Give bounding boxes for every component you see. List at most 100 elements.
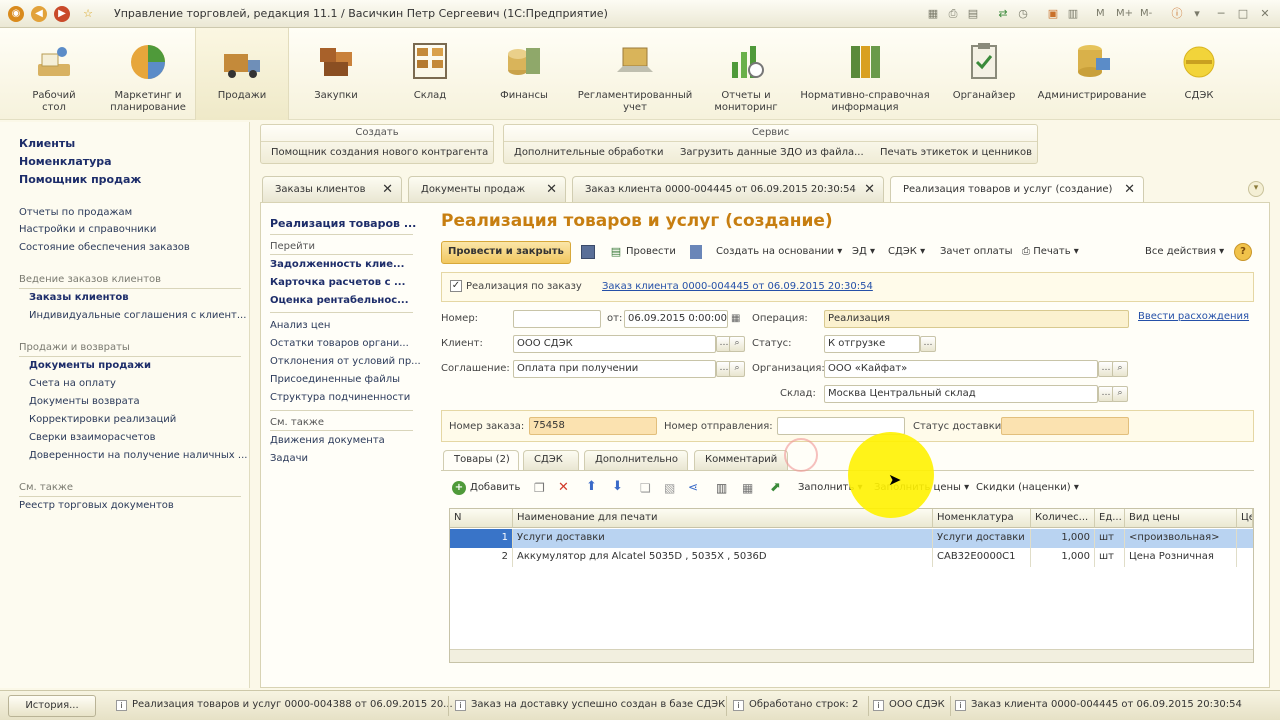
memory-m-button[interactable]: M	[1096, 7, 1105, 21]
section-organizer[interactable]: Органайзер	[944, 28, 1024, 120]
column-header[interactable]: Номенклатура	[933, 509, 1031, 528]
discrepancy-link[interactable]: Ввести расхождения	[1138, 311, 1249, 322]
move-down-icon[interactable]: ⬇	[612, 479, 623, 494]
copy-row-icon[interactable]: ❐	[534, 481, 545, 495]
nav-sales-corrections[interactable]: Корректировки реализаций	[29, 414, 176, 425]
new-counterparty-wizard-link[interactable]: Помощник создания нового контрагента	[271, 147, 488, 158]
print-button[interactable]: ⎙ Печать ▾	[1022, 246, 1079, 257]
create-based-on-button[interactable]: Создать на основании ▾	[716, 246, 842, 257]
close-icon[interactable]: ✕	[1124, 182, 1135, 197]
load-edo-link[interactable]: Загрузить данные ЗДО из файла...	[680, 147, 864, 158]
payment-offset-button[interactable]: Зачет оплаты	[940, 246, 1013, 257]
organization-field[interactable]: ООО «Кайфат»	[824, 360, 1098, 378]
tab-goods[interactable]: Товары (2)	[443, 450, 519, 470]
item-cell[interactable]: САВ32Е0000С1	[933, 548, 1031, 567]
print-name-cell[interactable]: Аккумулятор для Alcatel 5035D , 5035X , …	[513, 548, 933, 567]
section-reports[interactable]: Отчеты и мониторинг	[706, 28, 786, 120]
print-name-cell[interactable]: Услуги доставки	[513, 529, 933, 548]
pick-items-icon[interactable]: ⬈	[770, 480, 781, 495]
all-actions-button[interactable]: Все действия ▾	[1145, 246, 1224, 257]
nav-settlement-card[interactable]: Карточка расчетов с ...	[270, 277, 405, 288]
discounts-button[interactable]: Скидки (наценки) ▾	[976, 482, 1079, 493]
print-labels-link[interactable]: Печать этикеток и ценников	[880, 147, 1032, 158]
nav-sales-reports[interactable]: Отчеты по продажам	[19, 207, 132, 218]
by-order-checkbox[interactable]: ✓	[450, 280, 462, 292]
quantity-cell[interactable]: 1,000	[1031, 529, 1095, 548]
save-icon[interactable]	[581, 245, 595, 259]
tab-client-orders[interactable]: Заказы клиентов ✕	[262, 176, 402, 202]
agreement-field[interactable]: Оплата при получении	[513, 360, 716, 378]
column-header[interactable]: N	[450, 509, 513, 528]
info-icon[interactable]: ⓘ	[1170, 7, 1184, 21]
unit-cell[interactable]: шт	[1095, 548, 1125, 567]
nav-return-documents[interactable]: Документы возврата	[29, 396, 140, 407]
link-icon[interactable]: ⇄	[996, 7, 1010, 21]
status-item[interactable]: i Заказ на доставку успешно создан в базе…	[455, 699, 725, 711]
nav-clients[interactable]: Клиенты	[19, 137, 75, 150]
tab-comment[interactable]: Комментарий	[694, 450, 788, 470]
open-search-icon[interactable]: ⌕	[729, 336, 745, 352]
close-icon[interactable]: ✕	[864, 182, 875, 197]
unit-cell[interactable]: шт	[1095, 529, 1125, 548]
section-marketing[interactable]: Маркетинг и планирование	[104, 28, 192, 120]
nav-deviations[interactable]: Отклонения от условий пр...	[270, 356, 421, 367]
history-icon[interactable]: ◷	[1016, 7, 1030, 21]
minimize-icon[interactable]: ─	[1214, 7, 1228, 21]
tab-sdek[interactable]: СДЭК	[523, 450, 579, 470]
memory-minus-button[interactable]: M-	[1140, 7, 1152, 21]
nav-attached-files[interactable]: Присоединенные файлы	[270, 374, 400, 385]
table-row[interactable]: 2 Аккумулятор для Alcatel 5035D , 5035X …	[450, 548, 1253, 567]
price-type-cell[interactable]: <произвольная>	[1125, 529, 1237, 548]
nav-structure[interactable]: Структура подчиненности	[270, 392, 410, 403]
tab-additional[interactable]: Дополнительно	[584, 450, 688, 470]
tabs-menu-icon[interactable]: ▾	[1248, 181, 1264, 197]
open-search-icon[interactable]: ⌕	[729, 361, 745, 377]
operation-field[interactable]: Реализация	[824, 310, 1129, 328]
nav-reconciliations[interactable]: Сверки взаиморасчетов	[29, 432, 155, 443]
nav-powers-of-attorney[interactable]: Доверенности на получение наличных ...	[29, 450, 247, 461]
date-field[interactable]: 06.09.2015 0:00:00	[624, 310, 728, 328]
table-row[interactable]: 1 Услуги доставки Услуги доставки 1,000 …	[450, 529, 1253, 548]
app-menu-icon[interactable]: ◉	[8, 6, 24, 22]
section-finance[interactable]: Финансы	[484, 28, 564, 120]
section-desktop[interactable]: Рабочий стол	[18, 28, 90, 120]
status-item[interactable]: i ООО СДЭК	[873, 699, 945, 711]
tab-client-order[interactable]: Заказ клиента 0000-004445 от 06.09.2015 …	[572, 176, 884, 202]
nav-profitability[interactable]: Оценка рентабельнос...	[270, 295, 409, 306]
paste-icon[interactable]: ▧	[664, 481, 675, 495]
section-purchases[interactable]: Закупки	[296, 28, 376, 120]
nav-settings[interactable]: Настройки и справочники	[19, 224, 156, 235]
calculator-icon[interactable]: ▣	[1046, 7, 1060, 21]
post-button[interactable]: Провести	[626, 246, 676, 257]
dropdown-icon[interactable]: ▾	[1190, 7, 1204, 21]
section-sdek[interactable]: СДЭК	[1164, 28, 1234, 120]
additional-processing-link[interactable]: Дополнительные обработки	[514, 147, 663, 158]
back-icon[interactable]: ◀	[31, 6, 47, 22]
nav-stock-balances[interactable]: Остатки товаров органи...	[270, 338, 409, 349]
column-header[interactable]: Це	[1237, 509, 1253, 528]
nav-sales-documents[interactable]: Документы продажи	[29, 360, 151, 371]
tab-sales-documents[interactable]: Документы продаж ✕	[408, 176, 566, 202]
calendar-icon[interactable]: ▦	[926, 7, 940, 21]
price-type-cell[interactable]: Цена Розничная	[1125, 548, 1237, 567]
history-button[interactable]: История...	[8, 695, 96, 717]
close-icon[interactable]: ✕	[382, 182, 393, 197]
sdek-menu-button[interactable]: СДЭК ▾	[888, 246, 925, 257]
clipboard-icon[interactable]: ▥	[1066, 7, 1080, 21]
delete-row-icon[interactable]: ✕	[558, 480, 569, 495]
status-item[interactable]: i Заказ клиента 0000-004445 от 06.09.2015…	[955, 699, 1242, 711]
nav-trade-doc-registry[interactable]: Реестр торговых документов	[19, 500, 174, 511]
table-icon[interactable]: ▦	[742, 481, 753, 495]
favorites-star-icon[interactable]: ☆	[81, 7, 95, 21]
status-item[interactable]: i Обработано строк: 2	[733, 699, 858, 711]
column-header[interactable]: Ед...	[1095, 509, 1125, 528]
calendar-icon[interactable]: ▦	[731, 313, 742, 324]
choose-button[interactable]: …	[920, 336, 936, 352]
nav-document-movements[interactable]: Движения документа	[270, 435, 385, 446]
post-and-close-button[interactable]: Провести и закрыть	[441, 241, 571, 264]
order-link[interactable]: Заказ клиента 0000-004445 от 06.09.2015 …	[602, 281, 873, 292]
nav-invoices[interactable]: Счета на оплату	[29, 378, 116, 389]
add-row-button[interactable]: Добавить	[470, 482, 520, 493]
warehouse-field[interactable]: Москва Центральный склад	[824, 385, 1098, 403]
close-icon[interactable]: ✕	[546, 182, 557, 197]
